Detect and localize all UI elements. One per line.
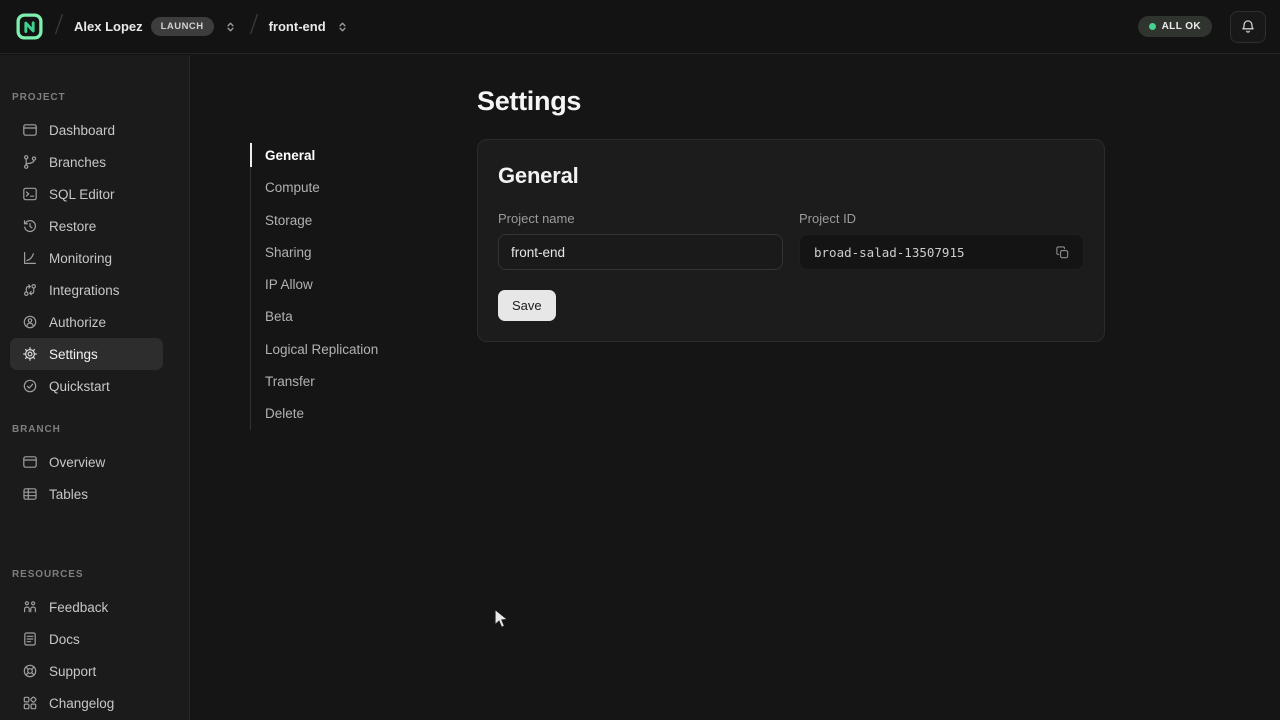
sidebar-item-label: Restore — [49, 219, 96, 234]
project-name-field-group: Project name — [498, 211, 783, 270]
sidebar-item-label: Tables — [49, 487, 88, 502]
page-title: Settings — [477, 86, 581, 117]
status-label: ALL OK — [1162, 21, 1201, 32]
settings-subnav: General Compute Storage Sharing IP Allow… — [250, 140, 450, 431]
sidebar: PROJECT Dashboard Branches SQL Editor Re… — [0, 55, 190, 720]
dashboard-icon — [22, 122, 38, 138]
settings-nav-ip-allow[interactable]: IP Allow — [250, 269, 450, 301]
project-name-input[interactable] — [498, 234, 783, 270]
sidebar-item-label: Settings — [49, 347, 98, 362]
sidebar-item-dashboard[interactable]: Dashboard — [10, 114, 163, 146]
sidebar-item-quickstart[interactable]: Quickstart — [10, 370, 163, 402]
breadcrumb-slash — [247, 11, 261, 42]
project-id-field: broad-salad-13507915 — [799, 234, 1084, 270]
status-dot — [1149, 23, 1156, 30]
copy-button[interactable] — [1049, 239, 1075, 265]
sidebar-item-branches[interactable]: Branches — [10, 146, 163, 178]
sidebar-item-authorize[interactable]: Authorize — [10, 306, 163, 338]
sidebar-item-docs[interactable]: Docs — [10, 623, 163, 655]
tables-icon — [22, 486, 38, 502]
project-name: front-end — [269, 19, 326, 34]
bell-button[interactable] — [1230, 11, 1266, 43]
settings-nav-logical-replication[interactable]: Logical Replication — [250, 334, 450, 366]
sidebar-item-label: Monitoring — [49, 251, 112, 266]
changelog-icon — [22, 695, 38, 711]
project-id-value: broad-salad-13507915 — [814, 245, 965, 260]
settings-nav-compute[interactable]: Compute — [250, 172, 450, 204]
sidebar-item-label: Support — [49, 664, 96, 679]
sidebar-item-label: Dashboard — [49, 123, 115, 138]
docs-icon — [22, 631, 38, 647]
save-button[interactable]: Save — [498, 290, 556, 321]
sidebar-item-changelog[interactable]: Changelog — [10, 687, 163, 719]
overview-icon — [22, 454, 38, 470]
top-bar: Alex Lopez LAUNCH front-end ALL OK — [0, 0, 1280, 54]
sidebar-item-label: Quickstart — [49, 379, 110, 394]
integrations-icon — [22, 282, 38, 298]
sidebar-item-label: Feedback — [49, 600, 108, 615]
neon-logo[interactable] — [14, 12, 44, 42]
card-heading: General — [498, 163, 1084, 189]
settings-gear-icon — [22, 346, 38, 362]
settings-nav-transfer[interactable]: Transfer — [250, 366, 450, 398]
sidebar-section-project: PROJECT Dashboard Branches SQL Editor Re… — [0, 92, 189, 402]
restore-icon — [22, 218, 38, 234]
sidebar-section-resources: RESOURCES Feedback Docs Support Changelo… — [0, 569, 189, 720]
settings-nav-delete[interactable]: Delete — [250, 398, 450, 430]
workspace-switcher[interactable]: Alex Lopez LAUNCH — [74, 17, 239, 36]
sidebar-item-monitoring[interactable]: Monitoring — [10, 242, 163, 274]
sidebar-item-label: Integrations — [49, 283, 120, 298]
sidebar-item-overview[interactable]: Overview — [10, 446, 163, 478]
branches-icon — [22, 154, 38, 170]
sidebar-section-label: RESOURCES — [12, 569, 189, 581]
bell-icon — [1240, 19, 1256, 35]
sidebar-item-label: Changelog — [49, 696, 114, 711]
status-badge[interactable]: ALL OK — [1138, 16, 1212, 37]
settings-nav-general[interactable]: General — [250, 140, 450, 172]
settings-nav-storage[interactable]: Storage — [250, 205, 450, 237]
sidebar-item-label: Docs — [49, 632, 80, 647]
sql-editor-icon — [22, 186, 38, 202]
sidebar-item-settings[interactable]: Settings — [10, 338, 163, 370]
sidebar-item-restore[interactable]: Restore — [10, 210, 163, 242]
project-switcher[interactable]: front-end — [269, 18, 351, 36]
support-icon — [22, 663, 38, 679]
sidebar-item-label: Authorize — [49, 315, 106, 330]
sidebar-item-label: Overview — [49, 455, 105, 470]
feedback-icon — [22, 599, 38, 615]
quickstart-icon — [22, 378, 38, 394]
workspace-badge: LAUNCH — [151, 17, 214, 36]
settings-nav-sharing[interactable]: Sharing — [250, 237, 450, 269]
sidebar-section-label: PROJECT — [12, 92, 189, 104]
chevron-updown-icon[interactable] — [222, 18, 239, 36]
sidebar-item-tables[interactable]: Tables — [10, 478, 163, 510]
chevron-updown-icon[interactable] — [334, 18, 351, 36]
workspace-name: Alex Lopez — [74, 19, 143, 34]
project-id-field-group: Project ID broad-salad-13507915 — [799, 211, 1084, 270]
sidebar-item-label: Branches — [49, 155, 106, 170]
sidebar-item-integrations[interactable]: Integrations — [10, 274, 163, 306]
sidebar-section-label: BRANCH — [12, 424, 189, 436]
copy-icon — [1055, 245, 1070, 260]
sidebar-item-support[interactable]: Support — [10, 655, 163, 687]
authorize-icon — [22, 314, 38, 330]
settings-nav-beta[interactable]: Beta — [250, 301, 450, 333]
breadcrumb-slash — [52, 11, 66, 42]
sidebar-item-label: SQL Editor — [49, 187, 115, 202]
sidebar-item-sql-editor[interactable]: SQL Editor — [10, 178, 163, 210]
sidebar-section-branch: BRANCH Overview Tables — [0, 424, 189, 510]
sidebar-item-feedback[interactable]: Feedback — [10, 591, 163, 623]
project-name-label: Project name — [498, 211, 783, 226]
project-id-label: Project ID — [799, 211, 1084, 226]
monitoring-icon — [22, 250, 38, 266]
general-settings-card: General Project name Project ID broad-sa… — [477, 139, 1105, 342]
main-content: Settings General Compute Storage Sharing… — [190, 55, 1280, 720]
